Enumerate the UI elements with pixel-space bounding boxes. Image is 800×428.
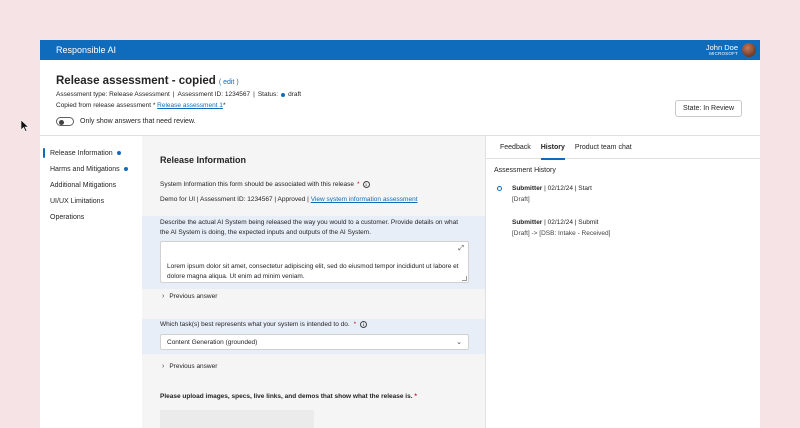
- previous-answer-expander[interactable]: › Previous answer: [162, 293, 217, 300]
- history-detail: [Draft]: [512, 196, 530, 203]
- app-window: Responsible AI John Doe MICROSOFT Releas…: [40, 40, 760, 428]
- required-marker: *: [353, 321, 357, 328]
- review-filter-toggle[interactable]: [56, 117, 74, 126]
- question-label: Which task(s) best represents what your …: [160, 321, 350, 328]
- history-title: Assessment History: [494, 167, 556, 174]
- sidebar-item-additional-mitigations[interactable]: Additional Mitigations: [40, 177, 142, 193]
- question-task: Which task(s) best represents what your …: [160, 321, 368, 328]
- description-textarea[interactable]: ⤢ Lorem ipsum dolor sit amet, consectetu…: [160, 241, 469, 283]
- chevron-down-icon: ⌄: [456, 339, 462, 346]
- timeline-marker-icon: [497, 186, 502, 191]
- previous-answer-label: Previous answer: [169, 363, 218, 370]
- mouse-cursor-icon: [21, 120, 29, 132]
- content-area: Release Information Harms and Mitigation…: [40, 136, 760, 428]
- user-name: John Doe: [705, 42, 738, 52]
- status-badge: draft: [288, 91, 302, 98]
- top-bar: Responsible AI John Doe MICROSOFT: [40, 40, 760, 60]
- copied-from: Copied from release assessment * Release…: [56, 102, 744, 109]
- question-system-information: System Information this form should be a…: [160, 181, 370, 188]
- app-brand[interactable]: Responsible AI: [56, 45, 116, 55]
- resize-handle-icon[interactable]: [462, 276, 467, 281]
- tab-product-team-chat[interactable]: Product team chat: [575, 136, 632, 159]
- meta-separator: |: [253, 91, 255, 98]
- source-assessment-link[interactable]: Release assessment 1: [157, 102, 223, 109]
- info-icon[interactable]: i: [362, 181, 370, 188]
- previous-answer-label: Previous answer: [169, 293, 218, 300]
- sidebar-item-harms-and-mitigations[interactable]: Harms and Mitigations: [40, 161, 142, 177]
- question-label: System Information this form should be a…: [160, 181, 355, 188]
- previous-answer-expander[interactable]: › Previous answer: [162, 363, 217, 370]
- avatar[interactable]: [742, 43, 756, 57]
- edit-title-link[interactable]: ( edit ): [219, 79, 239, 86]
- user-org: MICROSOFT: [709, 51, 738, 56]
- description-value: Lorem ipsum dolor sit amet, consectetur …: [167, 263, 459, 280]
- assessment-meta: Assessment type: Release Assessment | As…: [56, 91, 744, 98]
- tab-feedback[interactable]: Feedback: [500, 136, 531, 159]
- state-button[interactable]: State: In Review: [675, 100, 742, 117]
- assessment-type: Assessment type: Release Assessment: [56, 91, 170, 98]
- history-entry: Submitter | 02/12/24 | Start [Draft]: [497, 183, 760, 205]
- question-upload: Please upload images, specs, live links,…: [160, 393, 417, 400]
- question-label: Please upload images, specs, live links,…: [160, 393, 413, 400]
- copied-suffix: *: [222, 102, 226, 109]
- sidebar-item-label: UI/UX Limitations: [50, 197, 105, 205]
- meta-separator: |: [172, 91, 175, 98]
- chevron-right-icon: ›: [162, 363, 165, 370]
- answer-text: Demo for UI | Assessment ID: 1234567 | A…: [160, 196, 309, 203]
- history-meta: | 02/12/24 | Submit: [544, 219, 599, 226]
- tab-history[interactable]: History: [540, 136, 566, 160]
- chevron-right-icon: ›: [162, 293, 165, 300]
- info-icon[interactable]: i: [360, 321, 368, 328]
- copied-prefix: Copied from release assessment *: [56, 102, 156, 109]
- history-meta: | 02/12/24 | Start: [544, 185, 592, 192]
- side-panel-tabs: Feedback History Product team chat: [486, 136, 760, 160]
- upload-dropzone[interactable]: [160, 410, 314, 428]
- history-actor: Submitter: [512, 219, 543, 226]
- sidebar-item-label: Harms and Mitigations: [50, 165, 120, 173]
- needs-review-dot-icon: [116, 151, 121, 155]
- system-information-answer: Demo for UI | Assessment ID: 1234567 | A…: [160, 196, 418, 203]
- page-title: Release assessment - copied: [56, 75, 216, 87]
- section-nav: Release Information Harms and Mitigation…: [40, 136, 142, 428]
- section-title: Release Information: [160, 155, 247, 165]
- form-panel: Release Information System Information t…: [142, 136, 485, 428]
- sidebar-item-label: Operations: [50, 213, 85, 221]
- view-system-information-link[interactable]: View system information assessment: [311, 196, 418, 203]
- required-marker: *: [414, 393, 417, 400]
- question-needs-review-band: Describe the actual AI System being rele…: [142, 216, 485, 289]
- expand-icon[interactable]: ⤢: [458, 245, 464, 253]
- sidebar-item-label: Release Information: [50, 149, 113, 157]
- question-description: Describe the actual AI System being rele…: [160, 219, 459, 236]
- required-marker: *: [357, 181, 360, 188]
- user-menu[interactable]: John Doe MICROSOFT: [706, 43, 756, 57]
- review-filter: Only show answers that need review.: [56, 117, 744, 126]
- side-panel: Feedback History Product team chat Asses…: [485, 136, 760, 428]
- status-dot-icon: [281, 92, 286, 97]
- task-select[interactable]: Content Generation (grounded) ⌄: [160, 334, 469, 350]
- sidebar-item-release-information[interactable]: Release Information: [40, 145, 142, 161]
- status-label: Status:: [257, 91, 279, 98]
- history-actor: Submitter: [512, 185, 543, 192]
- needs-review-dot-icon: [123, 167, 128, 171]
- assessment-id: Assessment ID: 1234567: [177, 91, 251, 98]
- sidebar-item-ui-ux-limitations[interactable]: UI/UX Limitations: [40, 193, 142, 209]
- history-detail: [Draft] -> [DSB: Intake - Received]: [512, 230, 611, 237]
- history-entry: Submitter | 02/12/24 | Submit [Draft] ->…: [512, 217, 760, 239]
- sidebar-item-label: Additional Mitigations: [50, 181, 117, 189]
- assessment-header: Release assessment - copied ( edit ) Ass…: [40, 60, 760, 136]
- task-select-value: Content Generation (grounded): [167, 338, 258, 346]
- review-filter-label: Only show answers that need review.: [80, 118, 196, 125]
- sidebar-item-operations[interactable]: Operations: [40, 209, 142, 225]
- question-needs-review-band: Which task(s) best represents what your …: [142, 319, 485, 354]
